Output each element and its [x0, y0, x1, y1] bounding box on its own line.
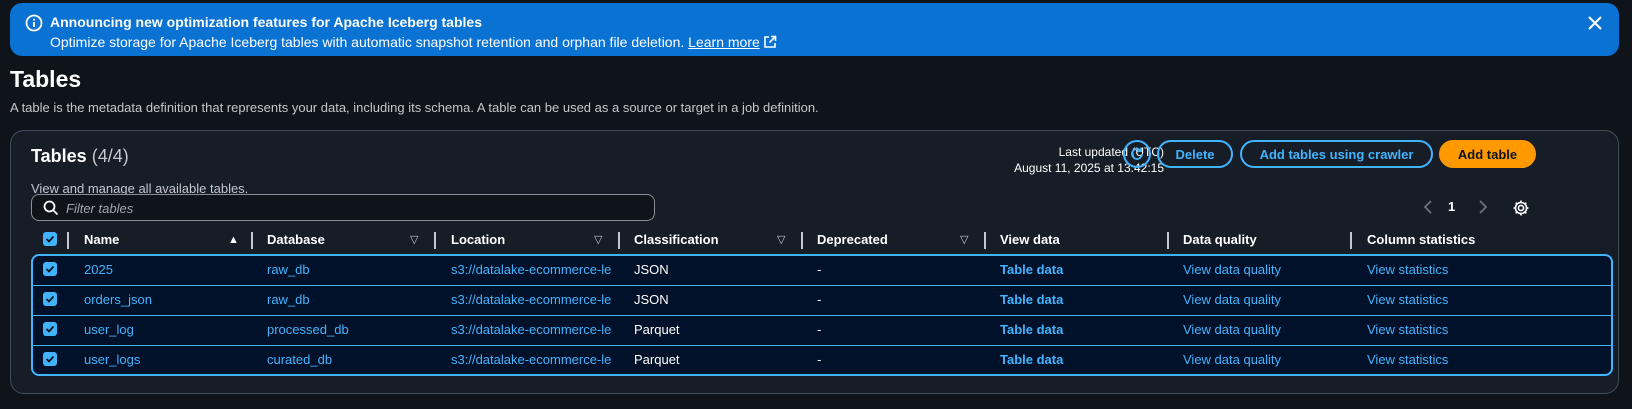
column-separator	[434, 232, 436, 249]
classification: Parquet	[634, 352, 680, 367]
previous-page-icon[interactable]	[1421, 197, 1435, 217]
view-statistics-link[interactable]: View statistics	[1367, 346, 1527, 374]
select-all-checkbox[interactable]	[43, 232, 57, 246]
container-title-text: Tables	[31, 146, 87, 166]
view-statistics-link[interactable]: View statistics	[1367, 286, 1527, 314]
column-header-column-statistics: Column statistics	[1367, 232, 1476, 247]
row-checkbox[interactable]	[43, 262, 57, 276]
database-link[interactable]: raw_db	[267, 286, 427, 314]
location-link[interactable]: s3://datalake-ecommerce-le	[451, 286, 617, 314]
table-data-link[interactable]: Table data	[1000, 256, 1160, 284]
close-icon[interactable]	[1586, 14, 1604, 32]
refresh-button[interactable]	[1123, 140, 1151, 168]
filter-input[interactable]	[66, 198, 646, 218]
table-row[interactable]: orders_json raw_db s3://datalake-ecommer…	[33, 286, 1611, 316]
page-description: A table is the metadata definition that …	[10, 100, 819, 115]
announcement-banner: Announcing new optimization features for…	[10, 3, 1619, 56]
search-icon	[43, 200, 59, 216]
page-number[interactable]: 1	[1448, 199, 1455, 214]
delete-button[interactable]: Delete	[1157, 140, 1233, 168]
row-checkbox[interactable]	[43, 352, 57, 366]
column-separator	[801, 232, 803, 249]
table-count: (4/4)	[91, 146, 129, 166]
learn-more-label[interactable]: Learn more	[688, 34, 760, 50]
checkmark-icon	[45, 295, 55, 303]
column-separator	[251, 232, 253, 249]
filter-box[interactable]	[31, 194, 655, 221]
classification: JSON	[634, 292, 669, 307]
banner-description-text: Optimize storage for Apache Iceberg tabl…	[50, 34, 685, 50]
table-row[interactable]: 2025 raw_db s3://datalake-ecommerce-le J…	[33, 256, 1611, 286]
tables-container: Tables (4/4) View and manage all availab…	[10, 130, 1619, 394]
column-header-database[interactable]: Database	[267, 228, 325, 252]
location-link[interactable]: s3://datalake-ecommerce-le	[451, 256, 617, 284]
sort-icon[interactable]: ▽	[777, 228, 785, 252]
table-data-link[interactable]: Table data	[1000, 316, 1160, 344]
table-name-link[interactable]: orders_json	[84, 286, 244, 314]
row-checkbox[interactable]	[43, 322, 57, 336]
container-title: Tables (4/4)	[31, 146, 129, 167]
checkmark-icon	[45, 355, 55, 363]
learn-more-link[interactable]: Learn more	[688, 34, 777, 50]
view-data-quality-link[interactable]: View data quality	[1183, 316, 1343, 344]
view-data-quality-link[interactable]: View data quality	[1183, 346, 1343, 374]
page-title: Tables	[10, 66, 82, 92]
checkmark-icon	[45, 325, 55, 333]
table-name-link[interactable]: user_logs	[84, 346, 244, 374]
table-name-link[interactable]: user_log	[84, 316, 244, 344]
table-row[interactable]: user_logs curated_db s3://datalake-ecomm…	[33, 346, 1611, 374]
column-separator	[1167, 232, 1169, 249]
sort-icon[interactable]: ▽	[594, 228, 602, 252]
table-data-link[interactable]: Table data	[1000, 346, 1160, 374]
external-link-icon[interactable]	[763, 35, 777, 49]
classification: JSON	[634, 262, 669, 277]
classification: Parquet	[634, 322, 680, 337]
deprecated: -	[817, 322, 822, 337]
checkmark-icon	[45, 235, 55, 243]
checkmark-icon	[45, 265, 55, 273]
database-link[interactable]: raw_db	[267, 256, 427, 284]
database-link[interactable]: curated_db	[267, 346, 427, 374]
location-link[interactable]: s3://datalake-ecommerce-le	[451, 316, 617, 344]
info-icon	[25, 14, 43, 32]
next-page-icon[interactable]	[1476, 197, 1490, 217]
column-header-classification[interactable]: Classification	[634, 228, 719, 252]
table-body: 2025 raw_db s3://datalake-ecommerce-le J…	[31, 254, 1613, 376]
location-link[interactable]: s3://datalake-ecommerce-le	[451, 346, 617, 374]
view-data-quality-link[interactable]: View data quality	[1183, 256, 1343, 284]
table-header: Name ▲ Database ▽ Location ▽ Classificat…	[32, 228, 1614, 252]
banner-title: Announcing new optimization features for…	[50, 14, 482, 30]
view-statistics-link[interactable]: View statistics	[1367, 316, 1527, 344]
column-header-view-data: View data	[1000, 232, 1060, 247]
column-header-deprecated[interactable]: Deprecated	[817, 228, 888, 252]
add-table-button[interactable]: Add table	[1439, 140, 1536, 168]
column-separator	[984, 232, 986, 249]
table-row[interactable]: user_log processed_db s3://datalake-ecom…	[33, 316, 1611, 346]
sort-ascending-icon[interactable]: ▲	[228, 228, 239, 252]
column-separator	[1350, 232, 1352, 249]
database-link[interactable]: processed_db	[267, 316, 427, 344]
row-checkbox[interactable]	[43, 292, 57, 306]
view-statistics-link[interactable]: View statistics	[1367, 256, 1527, 284]
sort-icon[interactable]: ▽	[960, 228, 968, 252]
column-header-location[interactable]: Location	[451, 228, 505, 252]
table-name-link[interactable]: 2025	[84, 256, 244, 284]
column-separator	[67, 232, 69, 249]
table-data-link[interactable]: Table data	[1000, 286, 1160, 314]
banner-description: Optimize storage for Apache Iceberg tabl…	[50, 34, 777, 50]
view-data-quality-link[interactable]: View data quality	[1183, 286, 1343, 314]
column-separator	[618, 232, 620, 249]
deprecated: -	[817, 352, 822, 367]
refresh-icon[interactable]	[1129, 146, 1145, 162]
sort-icon[interactable]: ▽	[410, 228, 418, 252]
gear-icon[interactable]	[1511, 198, 1531, 218]
deprecated: -	[817, 262, 822, 277]
deprecated: -	[817, 292, 822, 307]
column-header-data-quality: Data quality	[1183, 232, 1257, 247]
column-header-name[interactable]: Name	[84, 228, 119, 252]
add-tables-crawler-button[interactable]: Add tables using crawler	[1240, 140, 1433, 168]
